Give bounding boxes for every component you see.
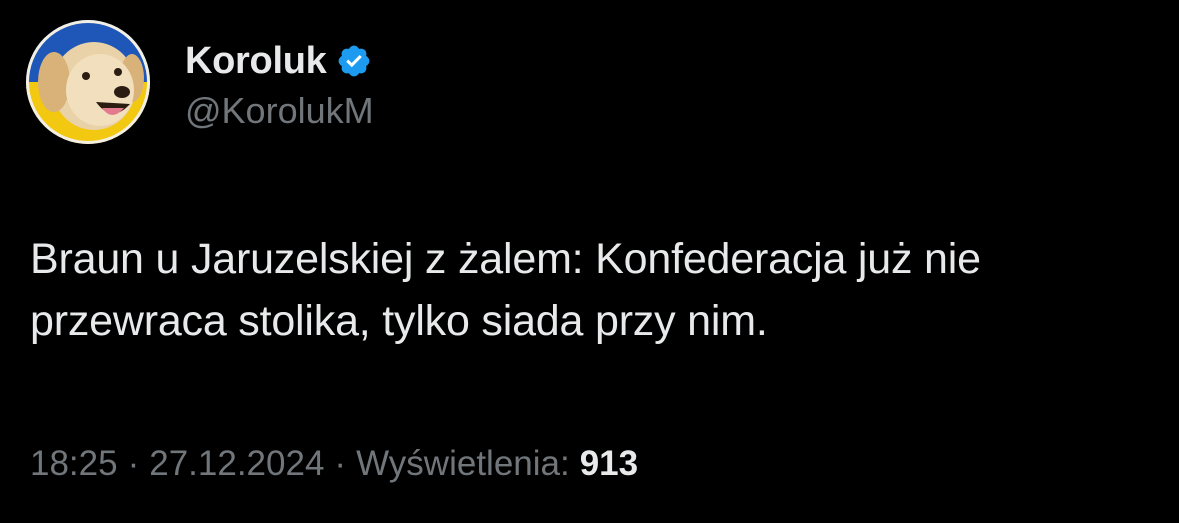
tweet-meta: 18:25 · 27.12.2024 · Wyświetlenia: 913 — [30, 444, 638, 484]
author-block: Koroluk @KorolukM — [185, 36, 374, 132]
tweet-date[interactable]: 27.12.2024 — [149, 444, 324, 484]
tweet-time[interactable]: 18:25 — [30, 444, 118, 484]
name-row: Koroluk — [185, 36, 374, 86]
meta-separator: · — [127, 444, 140, 483]
views-count: 913 — [579, 444, 639, 483]
views-label: Wyświetlenia: — [356, 444, 570, 483]
tweet-text: Braun u Jaruzelskiej z żalem: Konfederac… — [30, 235, 981, 345]
handle[interactable]: @KorolukM — [185, 90, 374, 132]
avatar[interactable] — [26, 20, 150, 144]
tweet-card: Koroluk @KorolukM Braun u Jaruzelskiej z… — [0, 0, 1179, 523]
verified-badge-icon — [336, 43, 372, 79]
dog-avatar-icon — [26, 20, 150, 144]
display-name[interactable]: Koroluk — [185, 40, 327, 83]
meta-separator: · — [334, 444, 347, 483]
